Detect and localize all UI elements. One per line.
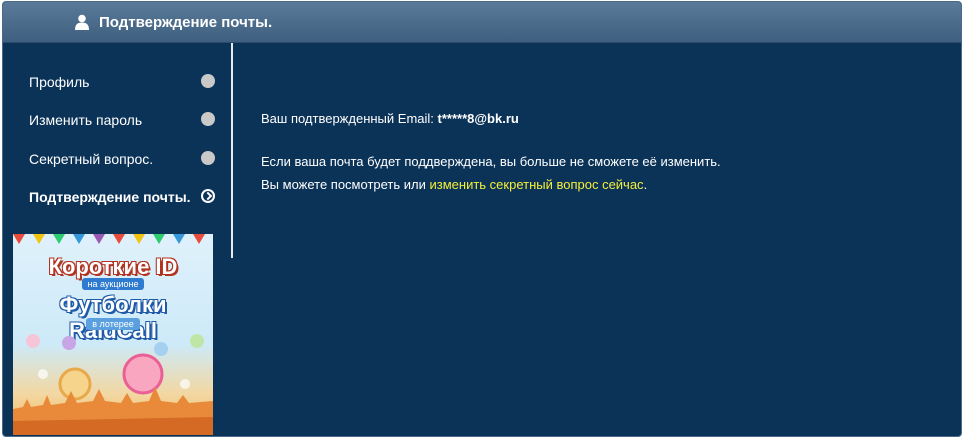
sidebar-item-label: Подтверждение почты. — [29, 189, 191, 205]
sidebar-nav: Профиль Изменить пароль Секретный вопрос… — [3, 43, 231, 258]
secret-question-note: Вы можете посмотреть или изменить секрет… — [261, 177, 647, 192]
sidebar-item-change-password[interactable]: Изменить пароль — [29, 108, 225, 132]
page-title: Подтверждение почты. — [99, 14, 273, 31]
sidebar-item-label: Изменить пароль — [29, 112, 143, 128]
sidebar-item-email-confirmation[interactable]: Подтверждение почты. — [29, 185, 225, 209]
chevron-right-icon — [201, 189, 215, 203]
bunting-icon — [13, 234, 205, 244]
panel-header: Подтверждение почты. — [3, 2, 961, 43]
email-value: t*****8@bk.ru — [437, 111, 519, 126]
sidebar-item-profile[interactable]: Профиль — [29, 70, 225, 94]
banner-heading: Короткие ID — [48, 254, 178, 279]
sidebar-item-label: Профиль — [29, 74, 90, 90]
sidebar-item-secret-question[interactable]: Секретный вопрос. — [29, 147, 225, 171]
note-prefix: Вы можете посмотреть или — [261, 177, 426, 192]
email-note: Если ваша почта будет поддверждена, вы б… — [261, 154, 721, 169]
note-suffix: . — [643, 177, 648, 192]
banner-illustration — [13, 334, 213, 435]
account-panel: Подтверждение почты. Профиль Изменить па… — [2, 1, 962, 437]
banner-subheading: на аукционе — [13, 278, 213, 290]
sidebar-divider — [231, 43, 233, 258]
bullet-icon — [201, 112, 215, 126]
bullet-icon — [201, 151, 215, 165]
banner-subheading-2: в лотерее — [13, 318, 213, 330]
bullet-icon — [201, 74, 215, 88]
promo-banner[interactable]: Короткие ID на аукционе Футболки RaidCal… — [13, 234, 213, 435]
sidebar-item-label: Секретный вопрос. — [29, 151, 154, 167]
email-label: Ваш подтвержденный Email: — [261, 111, 434, 126]
confirmed-email-row: Ваш подтвержденный Email: t*****8@bk.ru — [261, 111, 519, 126]
user-icon — [75, 14, 89, 30]
change-secret-question-link[interactable]: изменить секретный вопрос сейчас — [430, 177, 644, 192]
